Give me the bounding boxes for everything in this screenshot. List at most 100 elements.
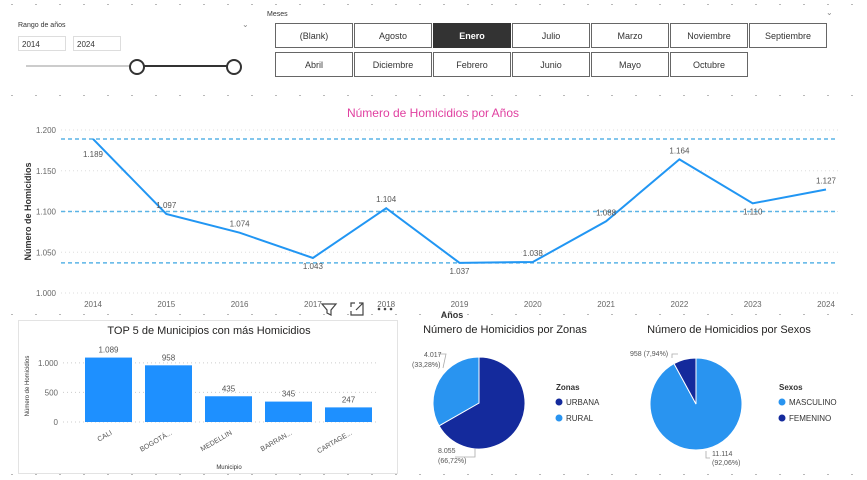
x-tick-label: 2020 <box>524 300 542 309</box>
data-label: 435 <box>222 384 236 393</box>
data-label: 8.055 <box>438 448 456 455</box>
more-options-icon[interactable] <box>377 307 393 311</box>
month-button-mayo[interactable]: Mayo <box>591 52 669 77</box>
month-button-junio[interactable]: Junio <box>512 52 590 77</box>
x-tick-label: BARRAN... <box>260 430 294 454</box>
x-tick-label: 2014 <box>84 300 102 309</box>
y-axis-title: Número de Homicidios <box>25 356 31 417</box>
legend-item-masculino[interactable]: MASCULINO <box>789 398 837 407</box>
bar[interactable] <box>85 357 132 422</box>
pie-sexos-title: Número de Homicidios por Sexos <box>647 324 811 336</box>
data-label: 1.164 <box>669 146 690 155</box>
month-button-diciembre[interactable]: Diciembre <box>354 52 432 77</box>
bar-chart-svg: TOP 5 de Municipios con más Homicidios 0 5… <box>25 325 379 471</box>
y-tick-label: 1.000 <box>36 289 57 298</box>
pie-chart-zonas: Número de Homicidios por Zonas Zonas URBAN… <box>410 318 620 474</box>
legend-marker <box>555 414 563 422</box>
filter-icon[interactable] <box>320 303 338 316</box>
line-chart-svg: Número de Homicidios por Años 1.000 1.050 1… <box>23 106 838 320</box>
x-tick-label: 2019 <box>451 300 469 309</box>
x-tick-label: 2022 <box>671 300 689 309</box>
x-tick-label: 2016 <box>231 300 249 309</box>
slider-range-fill <box>136 65 234 67</box>
data-label: 4.017 <box>424 352 442 359</box>
pie-sexos-svg: Número de Homicidios por Sexos Sexos MASCU… <box>630 324 837 467</box>
data-label-pct: (66,72%) <box>438 458 466 465</box>
data-label: 958 <box>162 353 176 362</box>
chevron-down-icon[interactable]: ⌄ <box>826 8 833 17</box>
bar[interactable] <box>145 365 192 422</box>
line-chart-title: Número de Homicidios por Años <box>347 106 519 120</box>
x-tick-label: MEDELLIN <box>200 430 234 454</box>
data-label: 1.104 <box>376 195 397 204</box>
data-label-pct: (33,28%) <box>412 362 440 369</box>
series-line <box>92 138 827 264</box>
slider-handle-end[interactable] <box>226 59 242 75</box>
data-label: 1.038 <box>523 249 544 258</box>
legend-marker <box>555 398 563 406</box>
x-tick-label: 2015 <box>157 300 175 309</box>
month-slicer-title: Meses <box>267 11 288 18</box>
year-slicer-title: Rango de años <box>18 22 66 29</box>
legend-title: Sexos <box>779 383 803 392</box>
x-axis-title: Municipio <box>216 465 242 471</box>
month-button-julio[interactable]: Julio <box>512 23 590 48</box>
data-label: 1.037 <box>449 267 470 276</box>
data-label: 1.110 <box>743 207 763 216</box>
grid-dots <box>0 4 867 5</box>
y-tick-label: 500 <box>45 388 59 397</box>
x-tick-label: 2021 <box>597 300 615 309</box>
bar[interactable] <box>325 407 372 422</box>
pie-zonas-svg: Número de Homicidios por Zonas Zonas URBAN… <box>412 324 600 465</box>
year-range-slicer: Rango de años ⌄ 2014 2024 <box>16 20 256 80</box>
data-label: 1.074 <box>230 220 251 229</box>
x-tick-label: CALI <box>97 430 114 444</box>
month-button-febrero[interactable]: Febrero <box>433 52 511 77</box>
visual-header <box>320 301 410 317</box>
month-button-octubre[interactable]: Octubre <box>670 52 748 77</box>
pie-zonas-title: Número de Homicidios por Zonas <box>423 324 587 336</box>
data-label: 958 (7,94%) <box>630 351 668 358</box>
leader-line <box>705 451 710 459</box>
focus-mode-icon[interactable] <box>350 302 364 316</box>
data-label: 1.089 <box>98 346 119 355</box>
bar-chart-top5-municipios: TOP 5 de Municipios con más Homicidios 0 5… <box>18 320 398 474</box>
year-to-input[interactable]: 2024 <box>73 36 121 51</box>
data-label: 11.114 <box>712 451 732 458</box>
data-label: 1.097 <box>156 201 177 210</box>
month-button-enero[interactable]: Enero <box>433 23 511 48</box>
leader-line <box>671 353 678 358</box>
month-button-septiembre[interactable]: Septiembre <box>749 23 827 48</box>
month-button-noviembre[interactable]: Noviembre <box>670 23 748 48</box>
month-button-blank[interactable]: (Blank) <box>275 23 353 48</box>
data-label: 1.088 <box>596 208 617 217</box>
y-tick-label: 1.100 <box>36 208 57 217</box>
line-chart-homicidios-por-anos: Número de Homicidios por Años 1.000 1.050 1… <box>18 100 848 320</box>
legend-item-femenino[interactable]: FEMENINO <box>789 414 831 423</box>
data-label: 1.127 <box>816 176 837 185</box>
month-button-agosto[interactable]: Agosto <box>354 23 432 48</box>
legend-item-urbana[interactable]: URBANA <box>566 398 600 407</box>
month-button-abril[interactable]: Abril <box>275 52 353 77</box>
chevron-down-icon[interactable]: ⌄ <box>242 20 249 29</box>
y-tick-label: 1.000 <box>38 359 59 368</box>
x-tick-label: 2024 <box>817 300 835 309</box>
x-tick-label: CARTAGE... <box>316 430 353 456</box>
year-from-input[interactable]: 2014 <box>18 36 66 51</box>
grid-dots <box>0 95 867 96</box>
y-axis-title: Número de Homicidios <box>23 162 33 260</box>
legend-item-rural[interactable]: RURAL <box>566 414 594 423</box>
x-tick-label: 2023 <box>744 300 762 309</box>
bar-chart-title: TOP 5 de Municipios con más Homicidios <box>107 325 311 337</box>
legend-title: Zonas <box>556 383 580 392</box>
legend-marker <box>778 398 786 406</box>
bar[interactable] <box>265 401 312 422</box>
leader-line <box>455 449 476 458</box>
slider-handle-start[interactable] <box>129 59 145 75</box>
bar[interactable] <box>205 396 252 422</box>
data-label: 345 <box>282 390 296 399</box>
month-button-marzo[interactable]: Marzo <box>591 23 669 48</box>
y-tick-label: 1.150 <box>36 167 57 176</box>
y-tick-label: 1.050 <box>36 248 57 257</box>
legend-marker <box>778 414 786 422</box>
